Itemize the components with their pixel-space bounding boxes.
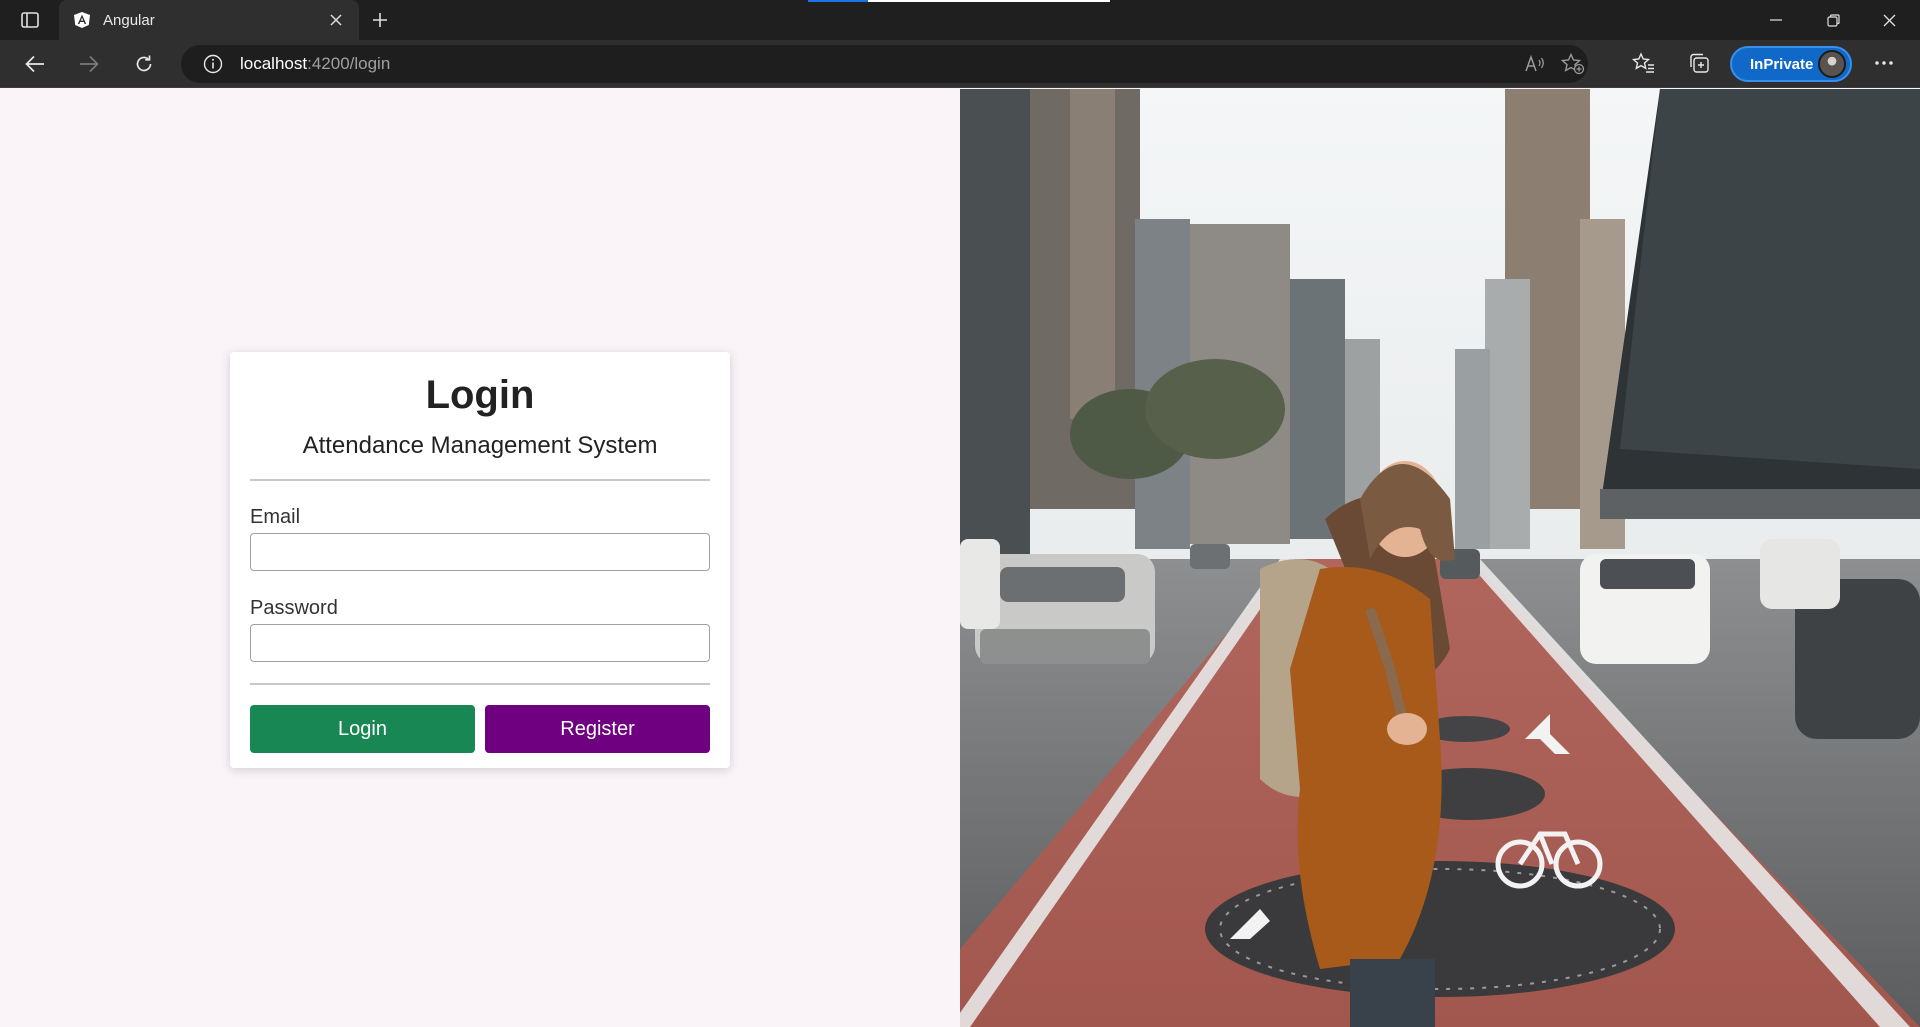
inprivate-label: InPrivate bbox=[1750, 55, 1814, 73]
minimize-button[interactable] bbox=[1753, 0, 1799, 40]
page-title: Login bbox=[425, 373, 535, 417]
favorites-icon bbox=[1632, 52, 1654, 73]
close-window-button[interactable] bbox=[1866, 0, 1912, 40]
more-icon bbox=[1875, 61, 1893, 65]
url-path: :4200/login bbox=[307, 54, 391, 73]
refresh-button[interactable] bbox=[127, 48, 161, 80]
back-button[interactable] bbox=[18, 48, 52, 80]
email-label: Email bbox=[250, 506, 301, 528]
collections-button[interactable] bbox=[1685, 49, 1713, 77]
browser-titlebar: Angular bbox=[0, 0, 1920, 40]
read-aloud-icon bbox=[1525, 54, 1544, 72]
register-button[interactable]: Register bbox=[485, 705, 710, 753]
hero-photo bbox=[960, 89, 1920, 1027]
new-tab-button[interactable] bbox=[366, 8, 394, 32]
login-pane: Login Attendance Management System Email… bbox=[0, 89, 960, 1027]
add-favorite-icon bbox=[1561, 53, 1585, 75]
page-load-progress bbox=[808, 0, 868, 2]
page-content: Login Attendance Management System Email… bbox=[0, 89, 1920, 1027]
button-row: Login Register bbox=[250, 705, 710, 753]
url-host: localhost bbox=[240, 54, 308, 73]
login-button[interactable]: Login bbox=[250, 705, 475, 753]
divider bbox=[250, 479, 710, 481]
info-icon[interactable] bbox=[203, 54, 223, 74]
refresh-icon bbox=[136, 55, 152, 72]
back-arrow-icon bbox=[25, 55, 44, 73]
restore-button[interactable] bbox=[1810, 0, 1856, 40]
minimize-icon bbox=[1770, 19, 1782, 21]
tab-close-button[interactable] bbox=[327, 11, 345, 29]
tab-title: Angular bbox=[103, 11, 155, 29]
plus-icon bbox=[373, 13, 387, 27]
tab-actions-icon bbox=[21, 12, 39, 28]
more-button[interactable] bbox=[1870, 49, 1898, 77]
read-aloud-button[interactable] bbox=[1521, 50, 1549, 78]
divider bbox=[250, 683, 710, 685]
collections-icon bbox=[1690, 53, 1709, 73]
avatar bbox=[1818, 50, 1846, 78]
restore-icon bbox=[1826, 13, 1840, 27]
favorites-button[interactable] bbox=[1630, 49, 1658, 77]
city-street-photo bbox=[960, 89, 1920, 1027]
close-icon bbox=[1883, 14, 1895, 26]
inprivate-badge[interactable]: InPrivate bbox=[1730, 46, 1852, 82]
login-card: Login Attendance Management System Email… bbox=[230, 352, 730, 768]
browser-toolbar: localhost:4200/login InPrivate bbox=[0, 40, 1920, 88]
password-field[interactable] bbox=[250, 624, 710, 662]
forward-button[interactable] bbox=[72, 48, 106, 80]
angular-logo-icon bbox=[73, 11, 91, 29]
page-subtitle: Attendance Management System bbox=[302, 432, 658, 459]
email-field[interactable] bbox=[250, 533, 710, 571]
tab-actions-button[interactable] bbox=[14, 9, 46, 31]
password-label: Password bbox=[250, 597, 338, 619]
browser-tab[interactable]: Angular bbox=[59, 0, 359, 40]
add-favorite-button[interactable] bbox=[1559, 50, 1587, 78]
close-icon bbox=[330, 14, 342, 26]
address-bar[interactable]: localhost:4200/login bbox=[181, 45, 1588, 83]
forward-arrow-icon bbox=[80, 55, 99, 73]
